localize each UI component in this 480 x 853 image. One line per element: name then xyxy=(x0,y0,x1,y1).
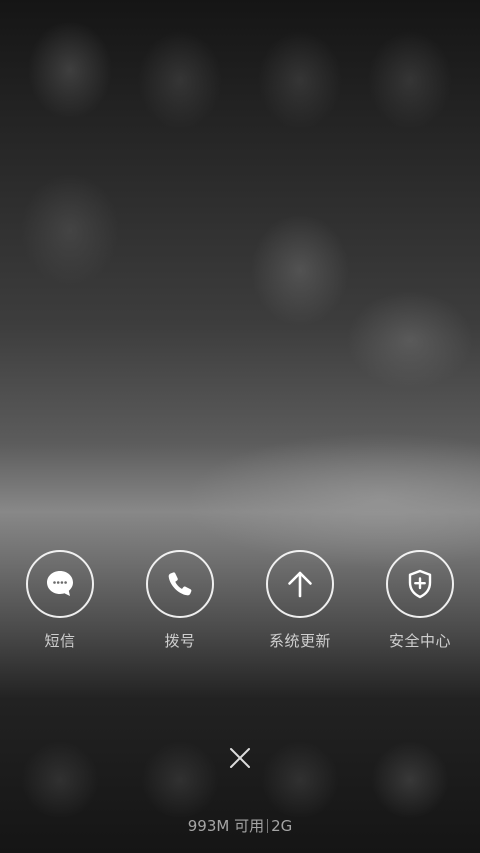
shortcut-dial-circle xyxy=(146,550,214,618)
shortcut-security-center[interactable]: 安全中心 xyxy=(365,550,475,660)
arrow-up-icon xyxy=(288,571,312,598)
shortcut-system-update-circle xyxy=(266,550,334,618)
shortcut-dial[interactable]: 拨号 xyxy=(125,550,235,660)
close-button[interactable] xyxy=(224,742,256,774)
quick-shortcuts: 短信 拨号 系统更新 安全中心 xyxy=(0,550,480,660)
close-icon xyxy=(230,748,250,768)
shortcut-system-update-label: 系统更新 xyxy=(268,632,331,650)
shortcut-security-center-label: 安全中心 xyxy=(388,632,451,650)
phone-icon xyxy=(168,572,192,596)
shortcut-sms[interactable]: 短信 xyxy=(5,550,115,660)
memory-status: 993M 可用 2G xyxy=(0,815,480,836)
shortcut-security-center-circle xyxy=(386,550,454,618)
blurred-wallpaper xyxy=(0,0,480,853)
network-type-text: 2G xyxy=(271,817,293,835)
status-divider xyxy=(267,819,269,833)
memory-available-text: 993M 可用 xyxy=(187,817,265,835)
shield-plus-icon xyxy=(408,569,432,599)
message-icon xyxy=(47,571,73,596)
shortcut-sms-circle xyxy=(26,550,94,618)
shortcut-sms-label: 短信 xyxy=(44,632,76,650)
shortcut-system-update[interactable]: 系统更新 xyxy=(245,550,355,660)
shortcut-dial-label: 拨号 xyxy=(164,632,196,650)
